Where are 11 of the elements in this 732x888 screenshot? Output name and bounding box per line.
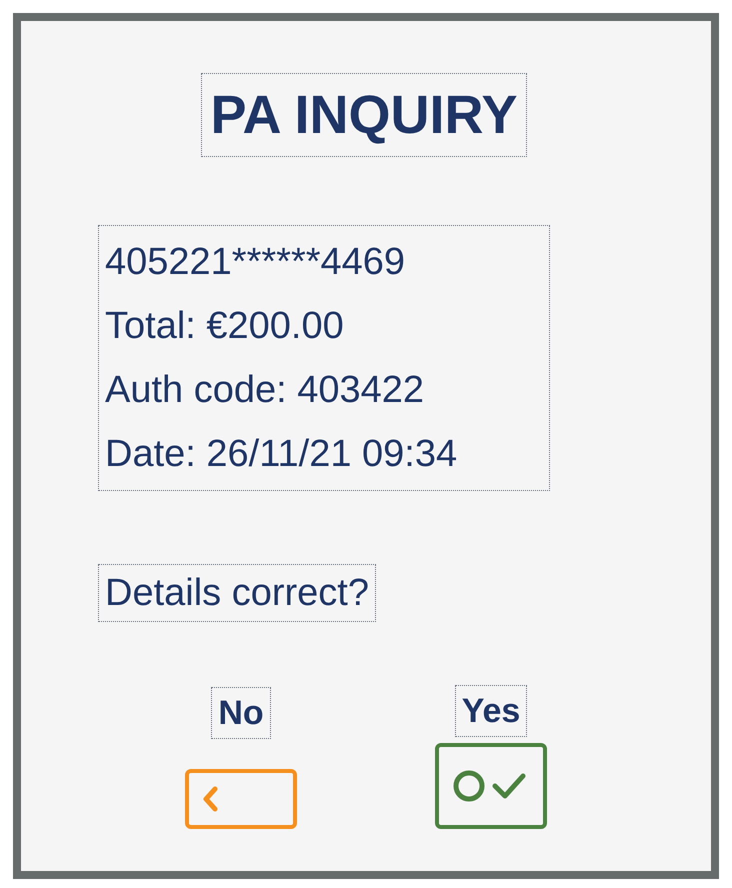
button-label: No: [211, 687, 271, 739]
screen-title: PA INQUIRY: [201, 73, 527, 157]
detail-line: 405221******4469: [105, 240, 406, 285]
detail-line: Total: €200.00: [105, 304, 344, 349]
confirm-key[interactable]: [435, 743, 547, 829]
button-label: Yes: [454, 685, 528, 737]
detail-line: Auth code: 403422: [105, 368, 424, 413]
back-key[interactable]: [185, 769, 297, 829]
detail-line: Date: 26/11/21 09:34: [105, 432, 458, 477]
confirmation-prompt: Details correct?: [98, 564, 376, 622]
chevron-left-icon: [201, 785, 219, 813]
